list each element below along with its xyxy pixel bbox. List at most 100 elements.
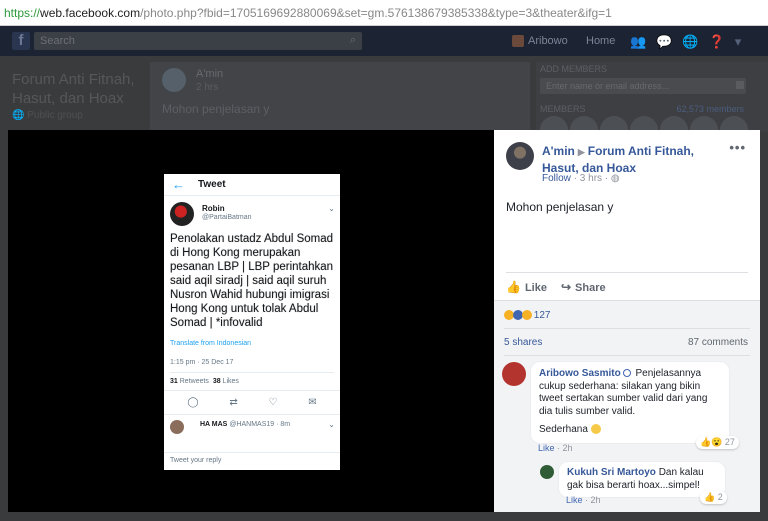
- follow-link[interactable]: Follow: [542, 173, 571, 184]
- retweets-count: 31: [170, 378, 178, 385]
- comments-section: 127 5 shares 87 comments Aribowo Sasmito…: [494, 300, 760, 512]
- comment-reactions-count: 2: [717, 492, 723, 502]
- avatar: [512, 35, 524, 48]
- comment-like-link[interactable]: Like: [566, 495, 583, 505]
- members-heading: MEMBERS: [540, 104, 586, 114]
- address-bar[interactable]: https://web.facebook.com/photo.php?fbid=…: [0, 0, 768, 26]
- avatar[interactable]: [506, 142, 534, 170]
- post-time[interactable]: · 3 hrs ·: [574, 173, 608, 184]
- tweet-reply: HA MAS @HANMAS19 · 8m ⌄: [164, 415, 340, 437]
- avatar: [170, 420, 184, 434]
- divider: [506, 272, 748, 273]
- right-column: ADD MEMBERS Enter name or email address.…: [536, 62, 768, 144]
- chevron-down-icon: ⌄: [328, 420, 335, 429]
- chevron-down-icon: ⌄: [328, 204, 335, 213]
- add-members-heading: ADD MEMBERS: [540, 64, 608, 74]
- tweet-user-handle: @PartaiBatman: [202, 214, 252, 221]
- tweet-header-title: Tweet: [198, 179, 226, 190]
- post-details-pane: A'min ▶ Forum Anti Fitnah, Hasut, dan Hoax…: [494, 130, 760, 512]
- avatar[interactable]: [502, 362, 526, 386]
- reply-icon: ◯: [187, 397, 199, 408]
- comment-like-link[interactable]: Like: [538, 443, 555, 453]
- comment-reactions[interactable]: 👍😮 27: [696, 436, 739, 449]
- reply-author: HA MAS @HANMAS19 · 8m: [200, 421, 291, 428]
- post-actions: 👍 Like ↪ Share: [506, 280, 606, 294]
- shares-link[interactable]: 5 shares: [504, 337, 542, 348]
- smile-emoji-icon: [590, 424, 601, 435]
- retweets-label: Retweets: [179, 378, 209, 385]
- tweet-text: Penolakan ustadz Abdul Somad di Hong Kon…: [170, 233, 334, 329]
- share-label: Share: [575, 282, 606, 294]
- tweet-time: 1:15 pm · 25 Dec 17: [170, 359, 234, 366]
- search-icon[interactable]: ⌕: [350, 34, 356, 47]
- group-title[interactable]: Forum Anti Fitnah, Hasut, dan Hoax: [12, 70, 142, 108]
- triangle-right-icon: ▶: [577, 147, 585, 157]
- url-path: /photo.php?fbid=1705169692880069&set=gm.…: [140, 5, 612, 20]
- likes-count: 38: [212, 378, 221, 385]
- tweet-stats: 31 Retweets 38 Likes: [164, 373, 340, 390]
- comment-actions: Like · 2h: [566, 495, 601, 505]
- tweet-user: Robin @PartaiBatman ⌄: [164, 196, 340, 232]
- group-privacy: 🌐 Public group: [12, 110, 83, 121]
- divider: [504, 328, 750, 329]
- heart-icon: ♡: [268, 397, 278, 408]
- globe-icon: ◍: [610, 173, 620, 184]
- url-scheme: https://: [4, 5, 41, 20]
- comment-actions: Like · 2h: [538, 443, 573, 453]
- message-icon: ✉: [308, 397, 317, 408]
- notification-icons[interactable]: 👥💬🌐❓▾: [630, 34, 751, 50]
- home-link[interactable]: Home: [586, 35, 615, 47]
- share-button[interactable]: ↪ Share: [561, 280, 606, 294]
- address-book-icon[interactable]: [736, 81, 744, 89]
- tweet-header: ← Tweet: [164, 174, 340, 196]
- translate-link: Translate from Indonesian: [170, 340, 252, 347]
- facebook-top-bar: f Search ⌕ Aribowo Home 👥💬🌐❓▾: [0, 26, 768, 56]
- post-text: Mohon penjelasan y: [506, 200, 614, 214]
- tweet-user-name: Robin: [202, 204, 225, 213]
- comment-time[interactable]: · 2h: [585, 495, 601, 505]
- back-arrow-icon: ←: [172, 177, 185, 192]
- likes-label: Likes: [222, 378, 239, 385]
- comment-time[interactable]: · 2h: [557, 443, 573, 453]
- background-post: A'min 2 hrs Mohon penjelasan y: [150, 62, 530, 132]
- group-privacy-label: Public group: [27, 110, 83, 121]
- profile-name: Aribowo: [528, 35, 568, 47]
- facebook-logo-icon[interactable]: f: [12, 32, 30, 50]
- comment-reactions-count: 27: [724, 437, 735, 447]
- members-count[interactable]: 62,573 members: [676, 104, 744, 114]
- profile-link[interactable]: Aribowo: [512, 35, 568, 48]
- post-text: Mohon penjelasan y: [162, 102, 270, 116]
- post-author-link[interactable]: A'min: [542, 144, 575, 158]
- divider: [504, 355, 750, 356]
- comment-bubble: Aribowo Sasmito Penjelasannya cukup sede…: [530, 361, 730, 444]
- like-label: Like: [524, 282, 547, 294]
- avatar: [170, 202, 194, 226]
- comment-text-2: Sederhana: [539, 424, 588, 435]
- thumbs-up-icon: 👍: [506, 280, 521, 294]
- comment-reactions[interactable]: 👍 2: [700, 491, 727, 504]
- tweet-actions: ◯ ⇄ ♡ ✉: [164, 390, 340, 415]
- post-header: A'min ▶ Forum Anti Fitnah, Hasut, dan Hoax: [542, 143, 722, 176]
- tweet-reply-input: Tweet your reply: [164, 452, 340, 470]
- reactions-summary[interactable]: 127: [504, 310, 550, 321]
- post-meta: Follow · 3 hrs · ◍: [542, 173, 620, 184]
- reactions-count: 127: [533, 310, 551, 321]
- post-author: A'min: [196, 68, 224, 80]
- tweet-screenshot-image: ← Tweet Robin @PartaiBatman ⌄ Penolakan …: [164, 174, 340, 470]
- retweet-icon: ⇄: [229, 397, 238, 408]
- comments-count-link[interactable]: 87 comments: [688, 337, 748, 348]
- post-time: 2 hrs: [196, 82, 219, 93]
- more-options-button[interactable]: •••: [729, 140, 746, 155]
- search-input[interactable]: Search ⌕: [34, 32, 362, 50]
- avatar: [162, 68, 186, 92]
- share-icon: ↪: [560, 280, 572, 294]
- add-members-input[interactable]: Enter name or email address...: [540, 78, 746, 94]
- search-placeholder: Search: [40, 35, 75, 47]
- like-button[interactable]: 👍 Like: [506, 280, 547, 294]
- url-host: web.facebook.com: [40, 5, 141, 20]
- comment-author[interactable]: Aribowo Sasmito: [539, 368, 621, 379]
- comment-author[interactable]: Kukuh Sri Martoyo: [567, 467, 656, 478]
- admin-badge-icon: [622, 369, 631, 378]
- avatar[interactable]: [540, 465, 554, 479]
- wow-icon: [522, 310, 532, 321]
